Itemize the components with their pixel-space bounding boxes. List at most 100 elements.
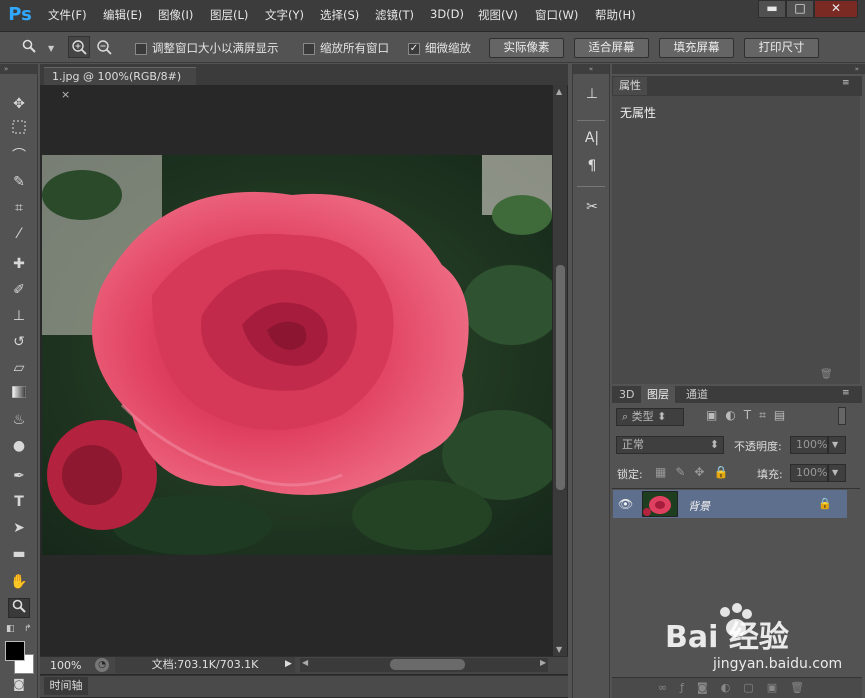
tab-layers[interactable]: 图层 xyxy=(641,386,675,404)
character-panel-icon[interactable]: A| xyxy=(581,130,603,152)
close-button[interactable]: ✕ xyxy=(814,0,858,18)
properties-menu-icon[interactable]: ≡ xyxy=(842,78,850,88)
menu-image[interactable]: 图像(I) xyxy=(158,7,193,23)
layers-menu-icon[interactable]: ≡ xyxy=(842,388,850,398)
tab-channels[interactable]: 通道 xyxy=(680,386,714,404)
quick-select-icon[interactable]: ✎ xyxy=(8,172,30,192)
zoom-out-icon[interactable] xyxy=(94,37,114,57)
scroll-right-arrow-icon[interactable]: ▶ xyxy=(540,658,546,667)
minimize-button[interactable]: ▬ xyxy=(758,0,786,18)
eyedropper-icon[interactable]: ⁄ xyxy=(8,224,30,244)
actual-pixels-button[interactable]: 实际像素 xyxy=(489,38,564,58)
filter-toggle[interactable] xyxy=(838,407,846,425)
history-panel-icon[interactable]: ⊥ xyxy=(581,86,603,108)
shape-icon[interactable]: ▬ xyxy=(8,544,30,564)
lock-label: 锁定: xyxy=(617,468,643,481)
opacity-dropdown-icon[interactable]: ▼ xyxy=(828,436,846,454)
dock-divider xyxy=(577,186,605,187)
foreground-color-swatch[interactable] xyxy=(5,641,25,661)
document-info: 文档:703.1K/703.1K xyxy=(115,657,295,673)
pen-icon[interactable]: ✒ xyxy=(8,466,30,486)
healing-icon[interactable]: ✚ xyxy=(8,254,30,274)
resize-windows-label: 调整窗口大小以满屏显示 xyxy=(152,41,279,55)
marquee-icon[interactable] xyxy=(8,120,30,140)
dock-collapse-icon[interactable]: « xyxy=(573,64,609,74)
scrubby-zoom-checkbox[interactable]: ✓ xyxy=(408,42,420,55)
scroll-up-arrow-icon[interactable]: ▲ xyxy=(556,87,562,96)
tools-panel: » ✥ ⌒ ✎ ⌗ ⁄ ✚ ✐ ⊥ ↺ ▱ ♨ ● ✒ T ➤ ▬ ✋ ◧ ↱ … xyxy=(0,64,38,698)
menu-help[interactable]: 帮助(H) xyxy=(595,7,636,23)
status-icon[interactable]: ◔ xyxy=(95,658,109,672)
menu-filter[interactable]: 滤镜(T) xyxy=(375,7,414,23)
menu-edit[interactable]: 编辑(E) xyxy=(103,7,142,23)
print-size-button[interactable]: 打印尺寸 xyxy=(744,38,819,58)
maximize-button[interactable]: □ xyxy=(786,0,814,18)
menu-view[interactable]: 视图(V) xyxy=(478,7,518,23)
zoom-level-field[interactable]: 100% xyxy=(50,659,81,672)
brush-icon[interactable]: ✐ xyxy=(8,280,30,300)
stamp-icon[interactable]: ⊥ xyxy=(8,306,30,326)
properties-trash-icon[interactable]: 🗑 xyxy=(820,369,833,380)
tab-close-icon[interactable]: × xyxy=(61,88,70,101)
blend-mode-select[interactable]: 正常 ⬍ xyxy=(616,436,724,454)
zoom-in-icon[interactable] xyxy=(68,36,90,58)
app-logo: Ps xyxy=(8,4,32,25)
menu-type[interactable]: 文字(Y) xyxy=(265,7,304,23)
horizontal-scrollbar-thumb[interactable] xyxy=(390,659,465,670)
vertical-scrollbar-thumb[interactable] xyxy=(556,265,565,490)
zoom-tool-icon[interactable] xyxy=(8,598,30,618)
properties-tab[interactable]: 属性 xyxy=(613,77,647,95)
fill-label: 填充: xyxy=(757,468,783,481)
eye-icon[interactable]: 👁 xyxy=(618,497,633,511)
timeline-tab[interactable]: 时间轴 xyxy=(44,677,88,695)
layer-filter-select[interactable]: ⌕ 类型 ⬍ xyxy=(616,408,684,426)
fit-screen-button[interactable]: 适合屏幕 xyxy=(574,38,649,58)
tool-presets-panel-icon[interactable]: ✂ xyxy=(581,199,603,221)
opacity-input[interactable]: 100% xyxy=(790,436,828,454)
fill-screen-button[interactable]: 填充屏幕 xyxy=(659,38,734,58)
fill-input[interactable]: 100% xyxy=(790,464,828,482)
menu-layer[interactable]: 图层(L) xyxy=(210,7,248,23)
scroll-down-arrow-icon[interactable]: ▼ xyxy=(556,645,562,654)
menu-3d[interactable]: 3D(D) xyxy=(430,7,464,21)
lasso-icon[interactable]: ⌒ xyxy=(8,146,30,166)
history-brush-icon[interactable]: ↺ xyxy=(8,332,30,352)
gradient-icon[interactable] xyxy=(8,384,30,404)
blur-icon[interactable]: ♨ xyxy=(8,410,30,430)
status-menu-arrow-icon[interactable]: ▶ xyxy=(285,659,292,669)
layer-filter-icons[interactable]: ▣◐T⌗▤ xyxy=(706,408,826,423)
lock-options-icons[interactable]: ▦✎✥🔒 xyxy=(655,465,737,479)
move-tool-icon[interactable]: ✥ xyxy=(8,94,30,114)
filter-search-icon: ⌕ xyxy=(622,410,632,423)
tab-3d[interactable]: 3D xyxy=(613,386,640,404)
menu-select[interactable]: 选择(S) xyxy=(320,7,359,23)
blend-mode-value: 正常 xyxy=(622,438,644,451)
zoom-all-checkbox[interactable] xyxy=(303,42,315,55)
path-select-icon[interactable]: ➤ xyxy=(8,518,30,538)
eraser-icon[interactable]: ▱ xyxy=(8,358,30,378)
scrubby-zoom-option[interactable]: ✓ 细微缩放 xyxy=(408,40,471,56)
toolbar-collapse-icon[interactable]: » xyxy=(0,64,38,74)
hand-icon[interactable]: ✋ xyxy=(8,572,30,592)
menu-window[interactable]: 窗口(W) xyxy=(535,7,578,23)
scroll-left-arrow-icon[interactable]: ◀ xyxy=(302,658,308,667)
document-tab[interactable]: 1.jpg @ 100%(RGB/8#) × xyxy=(44,67,196,101)
type-icon[interactable]: T xyxy=(8,492,30,512)
fill-dropdown-icon[interactable]: ▼ xyxy=(828,464,846,482)
layer-name[interactable]: 背景 xyxy=(688,498,710,514)
dodge-icon[interactable]: ● xyxy=(8,436,30,456)
menu-file[interactable]: 文件(F) xyxy=(48,7,87,23)
paragraph-panel-icon[interactable]: ¶ xyxy=(581,158,603,180)
timeline-panel xyxy=(40,675,568,697)
default-colors-icon[interactable]: ◧ xyxy=(6,624,15,634)
crop-icon[interactable]: ⌗ xyxy=(8,198,30,218)
quick-mask-icon[interactable]: ◙ xyxy=(8,674,30,694)
tool-preset-chevron-icon[interactable]: ▼ xyxy=(48,44,54,53)
zoom-all-option[interactable]: 缩放所有窗口 xyxy=(303,40,389,56)
zoom-icon[interactable] xyxy=(22,39,36,53)
document-canvas[interactable] xyxy=(42,155,552,555)
right-dock-collapse-icon[interactable]: » xyxy=(612,64,865,74)
resize-windows-option[interactable]: 调整窗口大小以满屏显示 xyxy=(135,40,279,56)
swap-colors-icon[interactable]: ↱ xyxy=(24,624,32,634)
resize-windows-checkbox[interactable] xyxy=(135,42,147,55)
